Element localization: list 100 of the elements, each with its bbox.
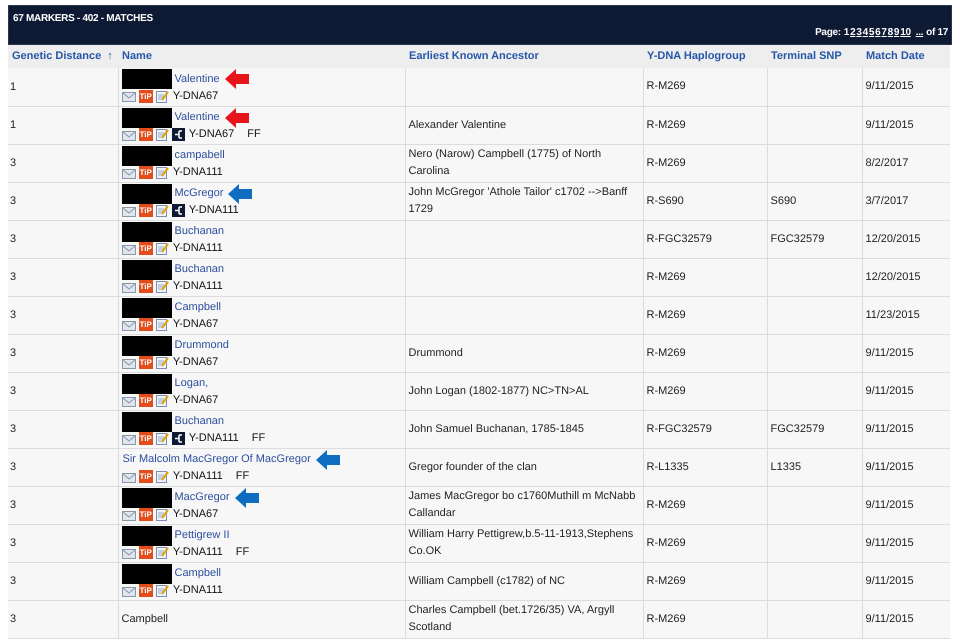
name-link[interactable]: MacGregor xyxy=(174,489,230,506)
name-link[interactable]: campabell xyxy=(174,147,225,164)
test-label: Y-DNA111 xyxy=(188,203,239,218)
match-date: 12/20/2015 xyxy=(866,232,921,244)
envelope-icon[interactable] xyxy=(122,356,136,368)
name-link[interactable]: Drummond xyxy=(174,337,229,354)
name-link[interactable]: Campbell xyxy=(174,565,221,582)
ancestor-text: William Campbell (c1782) of NC xyxy=(408,574,565,586)
match-date: 12/20/2015 xyxy=(866,270,921,282)
test-label: Y-DNA67 xyxy=(188,127,234,142)
match-date: 9/11/2015 xyxy=(866,346,914,358)
name-link[interactable]: Pettigrew II xyxy=(174,527,230,544)
envelope-icon[interactable] xyxy=(122,546,136,558)
snp-value: L1335 xyxy=(770,460,802,472)
note-icon[interactable] xyxy=(156,508,169,521)
distance-value: 1 xyxy=(10,80,16,92)
envelope-icon[interactable] xyxy=(122,90,136,102)
haplogroup-value: R-M269 xyxy=(646,384,686,396)
page-link[interactable]: 10 xyxy=(900,25,911,40)
name-link[interactable]: Valentine xyxy=(174,109,220,126)
column-header[interactable]: Match Date xyxy=(866,50,925,62)
tree-icon[interactable] xyxy=(172,204,185,217)
note-icon[interactable] xyxy=(156,356,169,369)
note-icon[interactable] xyxy=(156,166,169,179)
page-link[interactable]: 4 xyxy=(862,25,868,40)
column-header[interactable]: Y-DNA Haplogroup xyxy=(647,50,746,62)
envelope-icon[interactable] xyxy=(122,470,136,482)
test-label: Y-DNA67 xyxy=(172,355,218,370)
tip-icon[interactable]: TiP xyxy=(138,394,153,407)
tip-icon[interactable]: TiP xyxy=(138,128,153,141)
envelope-icon[interactable] xyxy=(122,128,136,140)
pager-label: Page: xyxy=(815,26,841,40)
envelope-icon[interactable] xyxy=(122,432,136,444)
page-link[interactable]: 3 xyxy=(856,25,862,40)
test-label: Y-DNA67 xyxy=(172,89,218,104)
page-link[interactable]: 5 xyxy=(868,25,874,40)
name-link[interactable]: Buchanan xyxy=(174,223,224,240)
note-icon[interactable] xyxy=(156,394,169,407)
name-link[interactable]: Logan, xyxy=(174,375,208,392)
envelope-icon[interactable] xyxy=(122,242,136,254)
distance-value: 3 xyxy=(10,384,16,397)
tip-icon[interactable]: TiP xyxy=(138,204,153,217)
page-link[interactable]: 7 xyxy=(881,25,887,40)
note-icon[interactable] xyxy=(156,242,169,255)
page-link[interactable]: 1 xyxy=(844,25,850,40)
name-link[interactable]: McGregor xyxy=(174,185,224,202)
note-icon[interactable] xyxy=(156,546,169,559)
page-link[interactable]: 6 xyxy=(875,25,880,40)
ff-label: FF xyxy=(236,469,250,484)
page-link[interactable]: 8 xyxy=(888,25,893,40)
note-icon[interactable] xyxy=(156,280,169,293)
page-link[interactable]: 9 xyxy=(894,25,900,40)
tip-icon[interactable]: TiP xyxy=(138,546,153,559)
distance-value: 3 xyxy=(10,156,16,169)
envelope-icon[interactable] xyxy=(122,584,136,596)
ancestor-text: Charles Campbell (bet.1726/35) VA, Argyll Scotland xyxy=(408,604,614,633)
distance-value: 3 xyxy=(10,574,16,587)
note-icon[interactable] xyxy=(156,470,169,483)
envelope-icon[interactable] xyxy=(122,204,136,216)
tree-icon[interactable] xyxy=(172,128,185,141)
haplogroup-value: R-M269 xyxy=(646,346,686,358)
column-header[interactable]: Name xyxy=(122,50,152,62)
tip-icon[interactable]: TiP xyxy=(138,432,153,445)
haplogroup-value: R-M269 xyxy=(646,308,686,320)
tree-icon[interactable] xyxy=(172,432,185,445)
distance-value: 3 xyxy=(10,270,16,283)
column-header[interactable]: Terminal SNP xyxy=(771,50,842,62)
envelope-icon[interactable] xyxy=(122,166,136,178)
note-icon[interactable] xyxy=(156,318,169,331)
note-icon[interactable] xyxy=(156,90,169,103)
column-header[interactable]: Earliest Known Ancestor xyxy=(409,50,539,62)
page-link[interactable]: 2 xyxy=(850,25,856,40)
ff-label: FF xyxy=(252,431,266,446)
haplogroup-value: R-M269 xyxy=(646,574,686,586)
name-link[interactable]: Campbell xyxy=(174,299,221,316)
column-header[interactable]: Genetic Distance xyxy=(12,50,102,62)
name-link[interactable]: Valentine xyxy=(174,71,220,88)
tip-icon[interactable]: TiP xyxy=(138,318,153,331)
test-label: Y-DNA111 xyxy=(172,583,223,598)
page-link[interactable]: ... xyxy=(916,25,924,40)
tip-icon[interactable]: TiP xyxy=(138,356,153,369)
tip-icon[interactable]: TiP xyxy=(138,508,153,521)
envelope-icon[interactable] xyxy=(122,508,136,520)
name-link[interactable]: Buchanan xyxy=(174,261,224,278)
note-icon[interactable] xyxy=(156,584,169,597)
tip-icon[interactable]: TiP xyxy=(138,166,153,179)
envelope-icon[interactable] xyxy=(122,318,136,330)
match-date: 9/11/2015 xyxy=(866,612,914,624)
tip-icon[interactable]: TiP xyxy=(138,584,153,597)
match-date: 9/11/2015 xyxy=(866,498,914,510)
tip-icon[interactable]: TiP xyxy=(138,470,153,483)
envelope-icon[interactable] xyxy=(122,280,136,292)
snp-value: FGC32579 xyxy=(770,232,824,244)
name-link[interactable]: Buchanan xyxy=(174,413,224,430)
envelope-icon[interactable] xyxy=(122,394,136,406)
tip-icon[interactable]: TiP xyxy=(138,242,153,255)
ancestor-text: James MacGregor bo c1760Muthill m McNabb Callandar xyxy=(408,490,636,519)
tip-icon[interactable]: TiP xyxy=(138,90,153,103)
tip-icon[interactable]: TiP xyxy=(138,280,153,293)
name-link[interactable]: Sir Malcolm MacGregor Of MacGregor xyxy=(122,451,311,468)
